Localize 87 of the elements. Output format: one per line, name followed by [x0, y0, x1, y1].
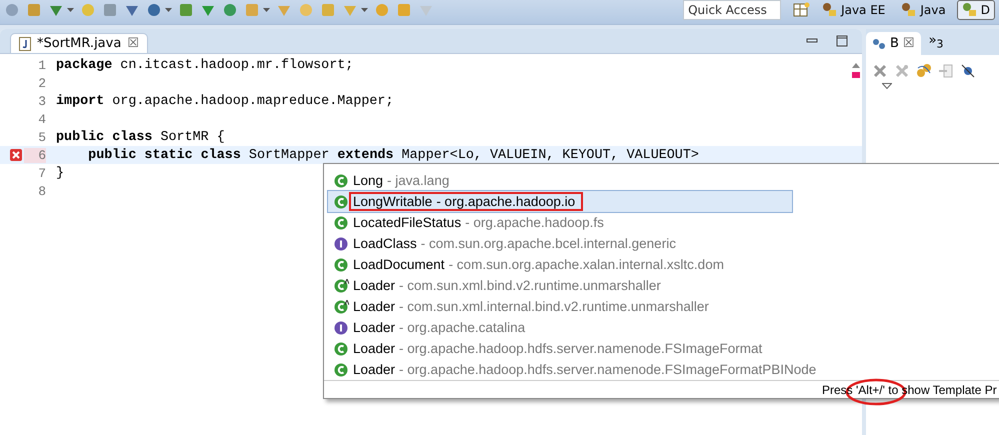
perspective-button[interactable]: Java EE	[817, 0, 890, 20]
type-name: LongWritable	[353, 194, 432, 209]
completion-item[interactable]: Loader - com.sun.xml.bind.v2.runtime.unmarshaller	[324, 275, 999, 296]
completion-item[interactable]: Loader - org.apache.hadoop.hdfs.server.namenode.FSImageFormat	[324, 338, 999, 359]
close-icon[interactable]: ☒	[902, 36, 915, 51]
line-number: 8	[37, 184, 46, 198]
overflow-tabs-button[interactable]: »$_{3}$	[928, 33, 944, 51]
perspective-icon	[901, 2, 918, 18]
completion-item[interactable]: Loader - com.sun.xml.internal.bind.v2.runtime.unmarshaller	[324, 296, 999, 317]
close-icon[interactable]: ☒	[127, 36, 139, 51]
type-name: Loader	[353, 320, 396, 335]
class-icon	[334, 174, 349, 188]
package-name: - org.apache.hadoop.fs	[465, 215, 604, 230]
type-name: Loader	[353, 341, 396, 356]
type-name: Long	[353, 173, 384, 188]
type-name: Loader	[353, 299, 396, 314]
completion-item[interactable]: Loader - org.apache.hadoop.hdfs.server.namenode.FSImageFormatPBINode	[324, 359, 999, 380]
interface-icon	[334, 320, 349, 334]
dropdown-caret-icon[interactable]	[165, 8, 172, 12]
interface-icon	[334, 236, 349, 250]
tab-title: B	[890, 36, 899, 51]
perspective-icon	[962, 2, 978, 18]
completion-item[interactable]: Loader - org.apache.catalina	[324, 317, 999, 338]
breakpoints-tab[interactable]: B ☒	[866, 32, 921, 55]
perspective-button[interactable]: D	[956, 0, 995, 20]
dropdown-caret-icon[interactable]	[361, 8, 368, 12]
maximize-icon[interactable]	[836, 35, 848, 47]
completion-item[interactable]: Long - java.lang	[324, 170, 999, 191]
editor-tab[interactable]: *SortMR.java ☒	[10, 33, 148, 53]
line-number: 1	[37, 58, 46, 72]
package-name: - org.apache.hadoop.hdfs.server.namenode.FSImageFormatPBINode	[399, 362, 816, 377]
toolbar-icon[interactable]	[26, 2, 42, 18]
type-name: LocatedFileStatus	[353, 215, 462, 230]
type-name: LoadClass	[353, 236, 417, 251]
dropdown-caret-icon[interactable]	[67, 8, 74, 12]
quick-access-field[interactable]: Quick Access	[683, 0, 782, 20]
package-name: - com.sun.xml.bind.v2.runtime.unmarshaller	[399, 278, 661, 293]
java-file-icon	[19, 36, 31, 50]
toolbar-icon[interactable]	[178, 2, 194, 18]
code-line: public static class SortMapper extends Mapper<Lo, VALUEIN, KEYOUT, VALUEOUT>	[87, 148, 699, 162]
toolbar-icon[interactable]	[146, 2, 162, 18]
toolbar-icon[interactable]	[222, 2, 238, 18]
error-icon	[10, 149, 22, 161]
class-icon	[334, 342, 349, 356]
package-name: - org.apache.hadoop.io	[436, 194, 576, 209]
toolbar-icon[interactable]	[4, 2, 20, 18]
class-icon	[334, 278, 349, 292]
scroll-up-icon[interactable]	[852, 63, 860, 68]
class-icon	[334, 216, 349, 230]
remove-icon[interactable]	[872, 63, 888, 79]
completion-item[interactable]: LoadDocument - com.sun.org.apache.xalan.internal.xsltc.dom	[324, 254, 999, 275]
line-number: 7	[37, 166, 46, 180]
completion-item[interactable]: LoadClass - com.sun.org.apache.bcel.internal.generic	[324, 233, 999, 254]
breakpoints-icon	[872, 38, 886, 50]
package-name: - com.sun.org.apache.xalan.internal.xsltc.dom	[448, 257, 724, 272]
type-name: LoadDocument	[353, 257, 445, 272]
class-icon	[334, 300, 349, 314]
perspective-icon	[822, 2, 838, 18]
error-overview-marker[interactable]	[852, 72, 860, 78]
type-name: Loader	[353, 362, 396, 377]
line-number: 4	[37, 112, 46, 126]
package-name: - org.apache.catalina	[399, 320, 526, 335]
code-line: public class SortMR {	[56, 130, 225, 144]
class-icon	[334, 258, 349, 272]
code-line: package cn.itcast.hadoop.mr.flowsort;	[56, 58, 354, 72]
dropdown-caret-icon[interactable]	[263, 8, 270, 12]
completion-item[interactable]: LocatedFileStatus - org.apache.hadoop.fs	[324, 212, 999, 233]
code-line: }	[56, 166, 64, 180]
toolbar-icon[interactable]	[102, 2, 118, 18]
completion-item[interactable]: LongWritable - org.apache.hadoop.io	[328, 191, 792, 212]
code-line: import org.apache.hadoop.mapreduce.Mapper;	[56, 94, 394, 108]
line-number: 6	[24, 148, 46, 162]
package-name: - org.apache.hadoop.hdfs.server.namenode.FSImageFormat	[399, 341, 762, 356]
line-number: 5	[37, 130, 46, 144]
tab-title: *SortMR.java	[37, 36, 122, 51]
package-name: - com.sun.org.apache.bcel.internal.generic	[420, 236, 676, 251]
package-name: - java.lang	[387, 173, 450, 188]
type-name: Loader	[353, 278, 396, 293]
open-perspective-icon[interactable]	[793, 2, 812, 18]
line-number: 3	[37, 94, 46, 108]
view-menu-icon[interactable]	[882, 83, 892, 89]
class-icon	[334, 194, 349, 208]
perspective-button[interactable]: Java	[896, 0, 951, 20]
gears-icon[interactable]	[916, 63, 932, 79]
package-name: - com.sun.xml.internal.bind.v2.runtime.unmarshaller	[399, 299, 709, 314]
class-icon	[334, 362, 349, 376]
line-number: 2	[37, 76, 46, 90]
